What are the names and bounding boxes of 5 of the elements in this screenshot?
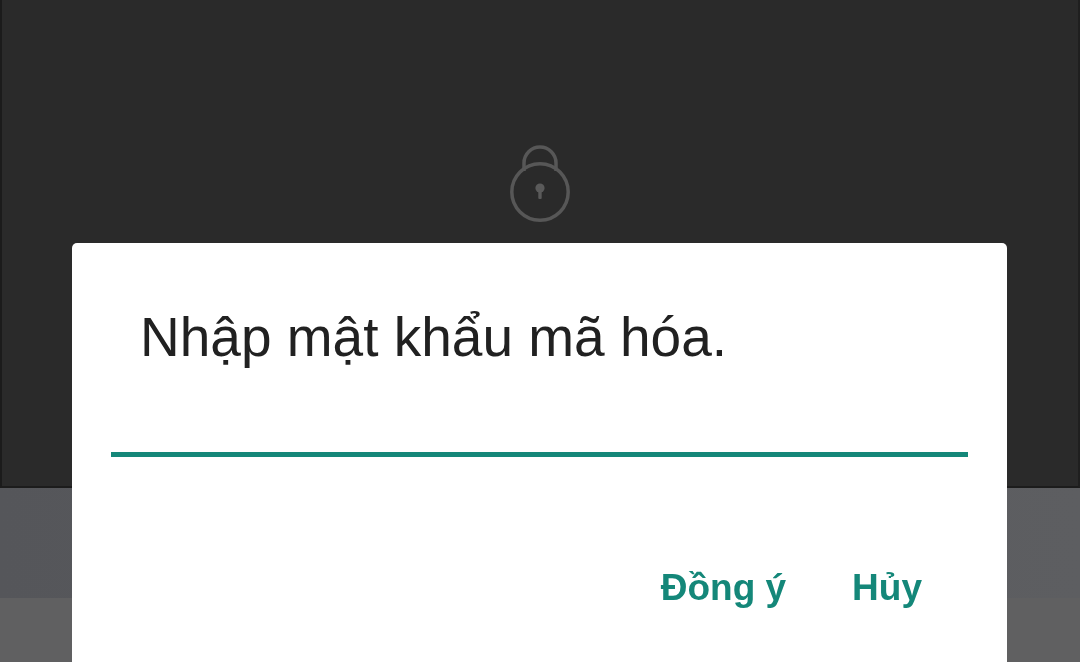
password-field[interactable] [111, 452, 968, 457]
confirm-button[interactable]: Đồng ý [642, 557, 805, 619]
cancel-button[interactable]: Hủy [834, 557, 940, 619]
dialog-title: Nhập mật khẩu mã hóa. [139, 305, 728, 370]
padlock-icon [508, 143, 572, 223]
